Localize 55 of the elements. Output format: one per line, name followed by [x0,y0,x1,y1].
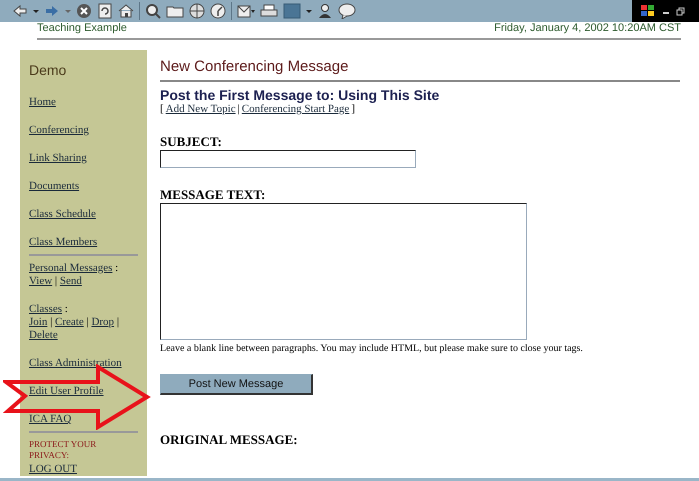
sidebar-link[interactable]: Conferencing [29,124,89,136]
printer-icon[interactable] [260,3,278,19]
refresh-icon[interactable] [97,3,113,19]
sidebar-link[interactable]: Join [29,316,48,328]
page-title: New Conferencing Message [160,58,680,82]
sidebar-link[interactable]: ICA FAQ [29,413,72,425]
sidebar-link[interactable]: Personal Messages [29,262,112,274]
sidebar-link[interactable]: Link Sharing [29,152,87,164]
sidebar-link[interactable]: Home [29,96,56,108]
clock-icon[interactable] [210,3,226,19]
sidebar-link[interactable]: Class Administration [29,357,122,369]
subject-field[interactable] [160,150,416,168]
topic-link[interactable]: Add New Topic [166,103,236,115]
link-separator: | [50,316,52,328]
link-separator: | [86,316,89,328]
message-field[interactable] [160,203,527,340]
sidebar-link[interactable]: Classes [29,303,62,315]
sidebar-link[interactable]: Drop [91,316,114,328]
sidebar-link[interactable]: Delete [29,329,58,341]
bracket-text: [ [160,103,164,115]
subject-label: SUBJECT: [160,134,223,150]
sidebar-link[interactable]: LOG OUT [29,463,77,475]
windows-logo-icon [640,4,656,18]
post-button[interactable]: Post New Message [160,374,313,395]
colon-text: : [64,303,68,315]
page-subtitle: Post the First Message to: Using This Site [160,87,440,103]
home-icon[interactable] [118,3,134,19]
bracket-text: ] [351,103,355,115]
restore-icon[interactable] [676,6,685,16]
search-icon[interactable] [145,3,161,19]
sidebar-link[interactable]: Edit User Profile [29,385,104,397]
link-separator: | [54,275,58,287]
privacy-notice: PROTECT YOUR PRIVACY: [29,439,98,461]
link-separator: | [116,316,120,328]
mail-icon[interactable] [237,3,255,19]
chat-bubble-icon[interactable] [338,3,356,19]
colon-text: : [115,262,118,274]
date-time: Friday, January 4, 2002 10:20AM CST [494,22,681,34]
topic-link[interactable]: Conferencing Start Page [242,103,350,115]
sidebar-title: Demo [29,62,68,78]
window-icon[interactable] [283,3,301,19]
sidebar-link[interactable]: Send [60,275,82,287]
sidebar-link[interactable]: View [29,275,52,287]
sidebar-link[interactable]: Create [55,316,84,328]
original-message-heading: ORIGINAL MESSAGE: [160,432,299,448]
sidebar-link[interactable]: Documents [29,180,80,192]
link-separator: | [238,103,240,115]
site-name: Teaching Example [37,22,127,34]
message-label: MESSAGE TEXT: [160,187,266,203]
stop-icon[interactable] [76,3,92,19]
sidebar-link[interactable]: Class Schedule [29,208,96,220]
person-icon[interactable] [317,3,333,19]
sidebar-link[interactable]: Class Members [29,236,98,248]
hint-text: Leave a blank line between paragraphs. You may include HTML, but please make sure to close your tags. [160,343,584,354]
back-icon[interactable] [12,3,28,19]
